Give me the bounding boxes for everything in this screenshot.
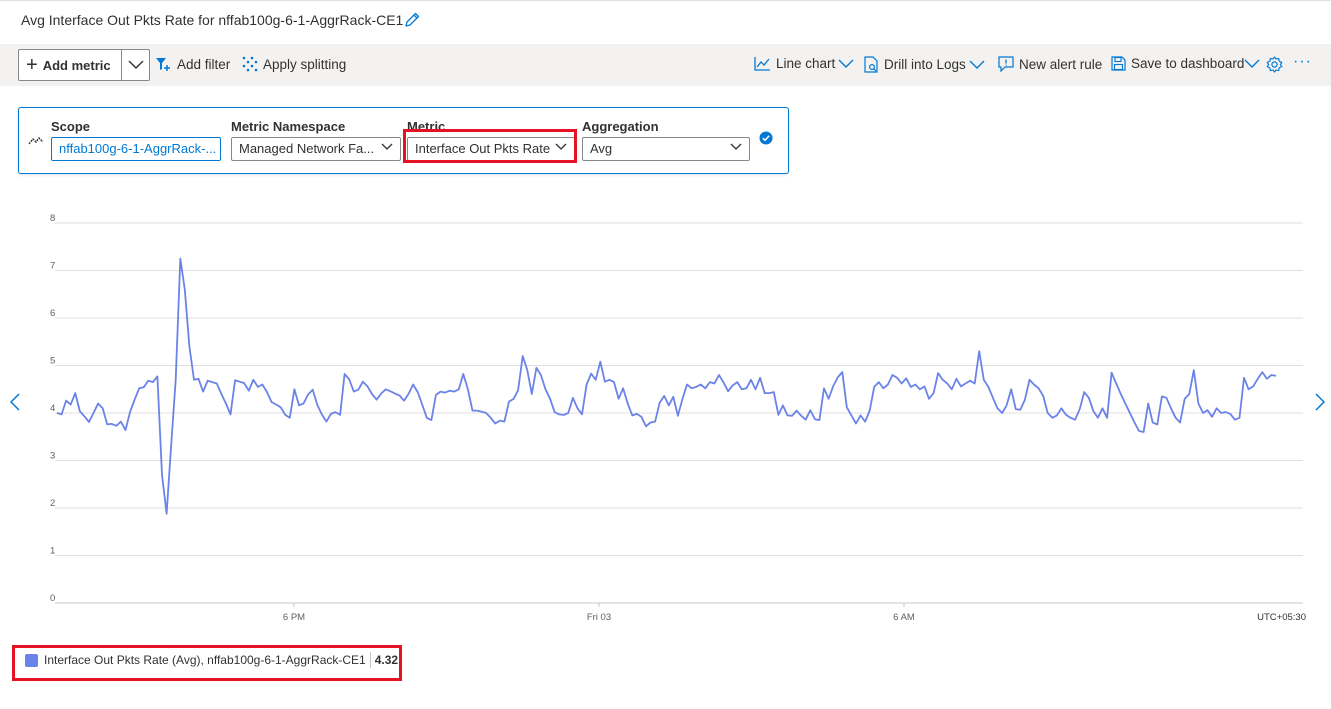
y-tick-label: 4 <box>50 403 55 414</box>
legend-divider <box>369 652 371 668</box>
new-alert-rule-button[interactable]: New alert rule <box>998 56 1102 72</box>
aggregation-value: Avg <box>590 141 613 156</box>
namespace-value: Managed Network Fa... <box>239 141 375 156</box>
drill-into-logs-label: Drill into Logs <box>884 57 966 72</box>
x-tick-label: 6 AM <box>893 612 915 623</box>
chevron-down-icon <box>128 60 143 69</box>
timezone-label: UTC+05:30 <box>1257 612 1306 623</box>
y-axis-ticks: 8 7 6 5 4 3 2 1 0 <box>50 213 55 604</box>
namespace-field: Metric Namespace Managed Network Fa... <box>231 119 401 161</box>
legend-value: 4.32 <box>374 653 399 667</box>
save-icon <box>1111 56 1126 71</box>
chevron-right-icon[interactable] <box>1315 393 1325 411</box>
title-bar: Avg Interface Out Pkts Rate for nffab100… <box>0 0 1331 40</box>
chevron-down-icon <box>838 59 854 68</box>
add-metric-dropdown[interactable] <box>122 50 149 80</box>
settings-button[interactable] <box>1266 56 1288 73</box>
more-options-button[interactable]: ··· <box>1293 53 1312 71</box>
chevron-left-icon[interactable] <box>10 393 20 411</box>
x-tick-label: 6 PM <box>283 612 305 623</box>
plus-icon: + <box>26 54 38 76</box>
scope-input[interactable]: nffab100g-6-1-AggrRack-... <box>51 137 221 161</box>
save-to-dashboard-dropdown[interactable]: Save to dashboard <box>1111 56 1260 71</box>
chevron-down-icon <box>555 143 567 150</box>
add-metric-button[interactable]: + Add metric <box>19 50 122 80</box>
metric-dropdown[interactable]: Interface Out Pkts Rate <box>407 137 575 161</box>
aggregation-dropdown[interactable]: Avg <box>582 137 750 161</box>
new-alert-rule-label: New alert rule <box>1019 56 1103 72</box>
chevron-down-icon <box>969 60 985 69</box>
x-axis-ticks: 6 PM Fri 03 6 AM UTC+05:30 <box>283 603 1306 623</box>
command-bar: + Add metric Add filter Apply splitting … <box>0 44 1331 86</box>
aggregation-field: Aggregation Avg <box>582 119 750 161</box>
chart-title: Avg Interface Out Pkts Rate for nffab100… <box>21 12 404 28</box>
metric-label: Metric <box>407 119 446 134</box>
aggregation-label: Aggregation <box>582 119 659 134</box>
gear-icon <box>1266 56 1283 73</box>
split-icon <box>242 56 258 72</box>
pencil-icon[interactable] <box>403 11 421 29</box>
y-tick-label: 8 <box>50 213 55 224</box>
chevron-down-icon <box>1244 59 1260 68</box>
metric-field: Metric Interface Out Pkts Rate <box>407 119 575 161</box>
chevron-down-icon <box>381 143 393 150</box>
y-tick-label: 1 <box>50 546 55 557</box>
add-metric-label: Add metric <box>42 57 111 73</box>
metric-selector-row: Scope nffab100g-6-1-AggrRack-... Metric … <box>18 107 789 174</box>
legend-swatch <box>25 653 38 667</box>
metric-line-icon <box>28 136 44 145</box>
scope-field: Scope nffab100g-6-1-AggrRack-... <box>51 119 221 161</box>
chart-series <box>56 257 1277 515</box>
apply-splitting-label: Apply splitting <box>263 56 347 72</box>
y-tick-label: 6 <box>50 308 55 319</box>
chevron-down-icon <box>730 143 742 150</box>
y-tick-label: 0 <box>50 593 55 604</box>
save-to-dashboard-label: Save to dashboard <box>1131 56 1245 71</box>
add-filter-button[interactable]: Add filter <box>155 56 230 72</box>
chart-type-dropdown[interactable]: Line chart <box>754 56 854 71</box>
line-chart-label: Line chart <box>776 56 836 71</box>
y-tick-label: 2 <box>50 498 55 509</box>
namespace-dropdown[interactable]: Managed Network Fa... <box>231 137 401 161</box>
y-tick-label: 7 <box>50 261 55 272</box>
metric-value: Interface Out Pkts Rate <box>415 141 551 156</box>
y-tick-label: 5 <box>50 356 55 367</box>
apply-splitting-button[interactable]: Apply splitting <box>242 56 346 72</box>
add-metric-split-button: + Add metric <box>18 49 150 81</box>
y-tick-label: 3 <box>50 451 55 462</box>
alert-icon <box>998 56 1014 72</box>
line-chart-icon <box>754 57 770 71</box>
legend-series-label: Interface Out Pkts Rate (Avg), nffab100g… <box>44 653 366 667</box>
x-tick-label: Fri 03 <box>587 612 611 623</box>
add-filter-label: Add filter <box>177 56 231 72</box>
chart-legend[interactable]: Interface Out Pkts Rate (Avg), nffab100g… <box>25 652 398 668</box>
series-line[interactable] <box>56 257 1277 515</box>
logs-icon <box>864 56 878 73</box>
filter-icon <box>156 58 170 71</box>
line-chart: 8 7 6 5 4 3 2 1 0 6 PM Fri 03 6 AM UTC+05:30 <box>50 213 1306 623</box>
drill-into-logs-dropdown[interactable]: Drill into Logs <box>864 56 985 73</box>
namespace-label: Metric Namespace <box>231 119 346 134</box>
scope-label: Scope <box>51 119 91 134</box>
checkmark-circle-icon[interactable] <box>759 131 773 145</box>
